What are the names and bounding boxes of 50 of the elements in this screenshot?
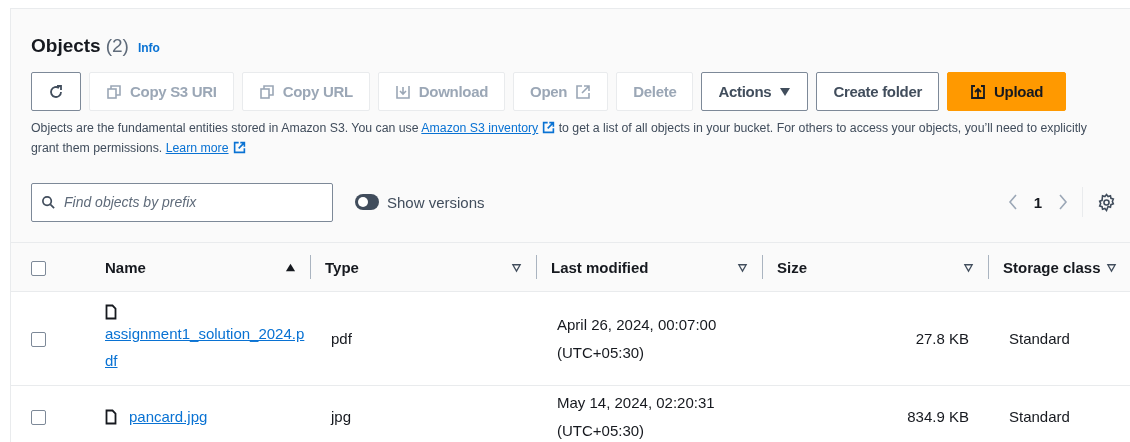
column-header[interactable]: Type — [325, 258, 511, 276]
toolbar-button[interactable]: Upload — [947, 72, 1067, 111]
info-link[interactable]: Info — [137, 41, 160, 55]
row-checkbox[interactable] — [31, 332, 46, 348]
external-link[interactable]: Amazon S3 inventory — [421, 121, 556, 135]
search-icon — [41, 194, 56, 210]
refresh-icon — [48, 83, 64, 100]
download-icon — [394, 83, 411, 100]
toggle-label: Show versions — [387, 193, 485, 211]
file-link[interactable]: assignment1_solution_2024.pdf — [105, 319, 305, 374]
file-icon — [105, 408, 117, 425]
column-header[interactable]: Storage class — [1003, 258, 1106, 276]
toolbar-button[interactable]: Create folder — [816, 72, 939, 111]
external-link-icon — [232, 141, 246, 154]
sort-icon[interactable] — [511, 261, 522, 273]
sort-icon[interactable] — [1106, 261, 1117, 273]
search-field[interactable]: Find objects by prefix — [31, 182, 333, 222]
column-header[interactable]: Name — [105, 258, 285, 276]
table-cell-text: April 26, 2024, 00:07:00 (UTC+05:30) — [557, 314, 718, 363]
table-cell-text: May 14, 2024, 02:20:31 (UTC+05:30) — [557, 392, 716, 441]
table-cell: Standard — [1009, 408, 1070, 425]
table-cell: Standard — [1009, 330, 1070, 347]
sort-ascending-icon[interactable] — [285, 261, 296, 273]
copy-icon — [106, 83, 122, 100]
table-cell: pdf — [331, 330, 352, 347]
description-text: Objects are the fundamental entities stored in Amazon S3. You can use Amazon S3 inventory to get a list of all objects in your bucket. For others to access your objects, you’ll need to explicitly grant them permissions. Learn more — [31, 120, 1088, 157]
panel-title: Objects — [31, 35, 101, 57]
column-header[interactable]: Last modified — [551, 258, 737, 276]
sort-icon[interactable] — [963, 261, 974, 273]
external-link-icon — [575, 83, 592, 100]
table-cell: jpg — [331, 408, 352, 425]
sort-icon[interactable] — [737, 261, 748, 273]
caret-icon — [779, 85, 792, 98]
table-cell: 27.8 KB — [915, 330, 969, 347]
object-count: (2) — [105, 35, 129, 57]
copy-icon — [258, 83, 275, 100]
toolbar-button[interactable]: Actions — [701, 72, 809, 111]
upload-icon — [970, 83, 986, 100]
refresh-button[interactable] — [31, 72, 81, 111]
column-header[interactable]: Size — [777, 258, 963, 276]
file-link[interactable]: pancard.jpg — [129, 403, 208, 430]
table-cell: 834.9 KB — [907, 408, 969, 425]
settings-icon[interactable] — [1097, 192, 1116, 212]
toggle-switch[interactable] — [355, 194, 379, 210]
external-link-icon — [542, 121, 556, 134]
external-link[interactable]: Learn more — [165, 141, 246, 155]
file-icon — [105, 303, 117, 320]
row-checkbox[interactable] — [31, 410, 46, 426]
page-number[interactable]: 1 — [1033, 193, 1042, 211]
select-all-checkbox[interactable] — [31, 260, 46, 276]
